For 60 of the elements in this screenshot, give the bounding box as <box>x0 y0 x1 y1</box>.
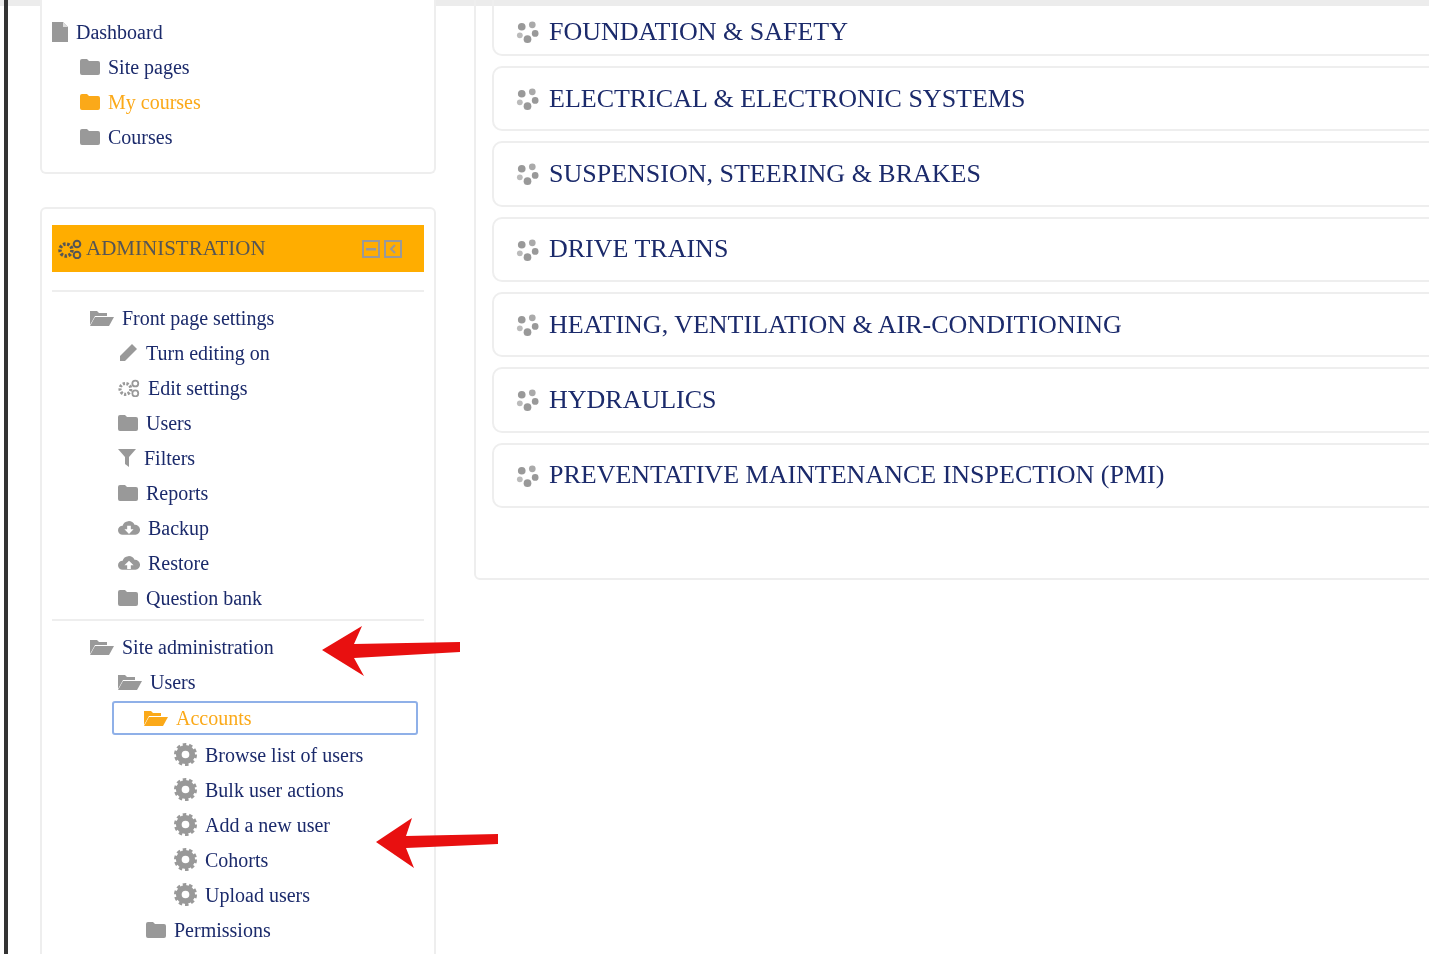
tree-item[interactable]: Cohorts <box>205 849 269 870</box>
cloud-icon <box>118 520 140 535</box>
folder-icon <box>118 589 138 606</box>
tree-item[interactable]: Turn editing on <box>146 342 270 363</box>
collapse-icon[interactable] <box>362 239 380 258</box>
category-icon <box>516 463 539 487</box>
filter-icon <box>118 448 136 467</box>
tree-item[interactable]: Backup <box>148 517 210 538</box>
page-icon <box>52 21 68 42</box>
dock-icon[interactable] <box>384 239 402 258</box>
block-title: ADMINISTRATION <box>86 236 267 261</box>
tree-item[interactable]: Restore <box>148 552 210 573</box>
tree-item[interactable]: Add a new user <box>205 814 330 835</box>
category-icon <box>516 87 539 110</box>
open-folder-icon <box>118 673 142 690</box>
category-link[interactable]: PREVENTATIVE MAINTENANCE INSPECTION (PMI) <box>549 460 1165 491</box>
folder-icon <box>146 921 166 938</box>
tree-item[interactable]: Upload users <box>205 884 310 905</box>
tree-item[interactable]: Site pages <box>108 56 190 77</box>
gears-icon <box>118 378 140 397</box>
folder-icon <box>80 128 100 145</box>
category-link[interactable]: HEATING, VENTILATION & AIR-CONDITIONING <box>549 309 1122 340</box>
category-icon <box>516 313 539 337</box>
tree-item[interactable]: Dashboard <box>76 21 163 42</box>
category-icon <box>516 388 539 412</box>
category-link[interactable]: SUSPENSION, STEERING & BRAKES <box>549 158 981 189</box>
category-link[interactable]: ELECTRICAL & ELECTRONIC SYSTEMS <box>549 83 1026 114</box>
gear-icon <box>174 848 197 871</box>
tree-item[interactable]: Site administration <box>122 636 274 657</box>
folder-icon <box>80 93 100 110</box>
gear-icon <box>174 778 197 801</box>
open-folder-icon <box>144 710 168 726</box>
tree-item[interactable]: Users <box>146 412 192 433</box>
tree-item[interactable]: Question bank <box>146 587 263 608</box>
tree-item[interactable]: Permissions <box>174 919 271 940</box>
tree-item[interactable]: Filters <box>144 447 196 468</box>
folder-icon <box>118 484 138 501</box>
tree-item[interactable]: Bulk user actions <box>205 779 344 800</box>
gear-icon <box>174 883 197 906</box>
tree-item[interactable]: Front page settings <box>122 307 275 328</box>
folder-icon <box>80 58 100 75</box>
category-link[interactable]: DRIVE TRAINS <box>549 234 729 265</box>
tree-item[interactable]: Users <box>150 671 196 692</box>
open-folder-icon <box>90 638 114 655</box>
open-folder-icon <box>90 309 114 326</box>
tree-item[interactable]: Browse list of users <box>205 744 364 765</box>
category-icon <box>516 20 539 44</box>
category-icon <box>516 237 539 261</box>
tree-item[interactable]: Reports <box>146 482 209 503</box>
gear-icon <box>174 813 197 836</box>
tree-item[interactable]: Edit settings <box>148 377 248 398</box>
category-icon <box>516 162 539 186</box>
cloud-icon <box>118 555 140 570</box>
folder-icon <box>118 414 138 431</box>
tree-item[interactable]: Courses <box>108 126 173 147</box>
category-link[interactable]: FOUNDATION & SAFETY <box>549 16 848 47</box>
gear-icon <box>174 743 197 766</box>
pencil-icon <box>118 342 138 363</box>
category-link[interactable]: HYDRAULICS <box>549 384 717 415</box>
gears-icon <box>58 238 82 259</box>
